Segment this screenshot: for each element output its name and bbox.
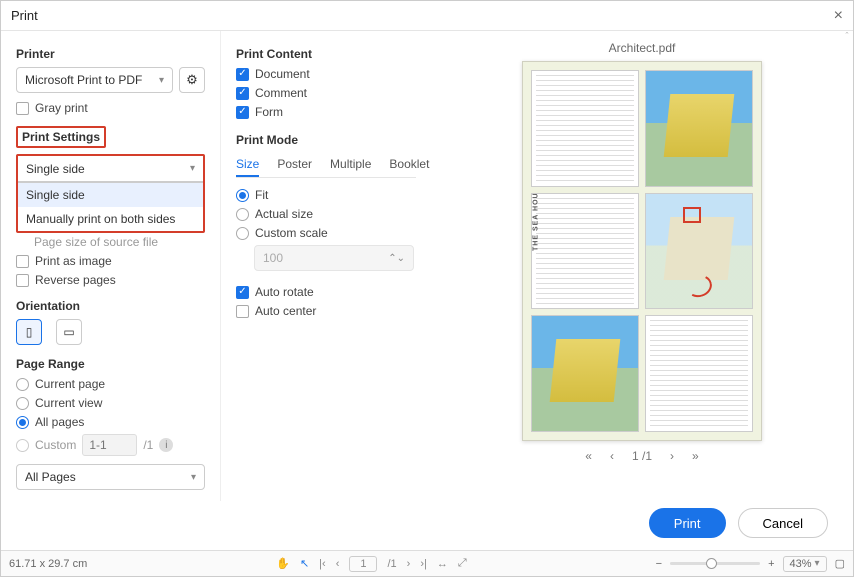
- range-custom-input[interactable]: [82, 434, 137, 456]
- middle-panel: Print Content ✓Document ✓Comment ✓Form P…: [221, 31, 431, 501]
- zoom-slider[interactable]: [670, 562, 760, 565]
- hand-tool-icon[interactable]: ✋: [276, 557, 290, 570]
- range-current-page-radio[interactable]: Current page: [16, 377, 205, 391]
- fit-page-icon[interactable]: ⤢: [458, 557, 467, 570]
- nav-first-icon[interactable]: |‹: [319, 558, 326, 570]
- print-content-label: Print Content: [236, 47, 416, 61]
- view-mode-icon[interactable]: ▢: [835, 557, 845, 570]
- pager-page-indicator: 1 /1: [632, 449, 652, 463]
- page-size-source-checkbox[interactable]: Page size of source file: [16, 235, 205, 249]
- preview-pager: « ‹ 1 /1 › »: [585, 449, 698, 463]
- duplex-option-single[interactable]: Single side: [18, 183, 203, 207]
- zoom-out-icon[interactable]: −: [656, 558, 662, 570]
- tab-booklet[interactable]: Booklet: [389, 153, 429, 177]
- print-button[interactable]: Print: [649, 508, 726, 538]
- pager-next-icon[interactable]: ›: [670, 449, 674, 463]
- select-tool-icon[interactable]: ↖: [300, 557, 309, 570]
- preview-panel: Architect.pdf THE SEA HOUSE THE SEA HOUS…: [431, 31, 853, 501]
- print-as-image-checkbox[interactable]: Print as image: [16, 254, 205, 268]
- custom-scale-input[interactable]: 100 ⌃⌄: [254, 245, 414, 271]
- print-mode-tabs: Size Poster Multiple Booklet: [236, 153, 416, 178]
- dialog-buttons: Print Cancel: [649, 508, 828, 538]
- page-preview: THE SEA HOUSE THE SEA HOUSE: [522, 61, 762, 441]
- range-custom-total: /1: [143, 438, 153, 452]
- auto-rotate-checkbox[interactable]: ✓Auto rotate: [236, 285, 416, 299]
- range-current-view-radio[interactable]: Current view: [16, 396, 205, 410]
- orientation-label: Orientation: [16, 299, 205, 313]
- close-icon[interactable]: ×: [834, 7, 843, 25]
- dialog-title: Print: [11, 8, 38, 23]
- page-subset-value: All Pages: [25, 470, 76, 484]
- size-custom-scale-radio[interactable]: Custom scale: [236, 226, 416, 240]
- tab-multiple[interactable]: Multiple: [330, 153, 371, 177]
- pager-last-icon[interactable]: »: [692, 449, 699, 463]
- size-fit-radio[interactable]: Fit: [236, 188, 416, 202]
- duplex-selected-value: Single side: [26, 162, 85, 176]
- status-page-total: /1: [387, 558, 396, 570]
- printer-section-label: Printer: [16, 47, 205, 61]
- zoom-percent-select[interactable]: 43%▾: [783, 556, 827, 572]
- pager-first-icon[interactable]: «: [585, 449, 592, 463]
- gear-icon: ⚙: [186, 72, 198, 88]
- zoom-in-icon[interactable]: +: [768, 558, 774, 570]
- content-form-checkbox[interactable]: ✓Form: [236, 105, 416, 119]
- printer-selected-value: Microsoft Print to PDF: [25, 73, 142, 87]
- duplex-options-list: Single side Manually print on both sides: [18, 182, 203, 231]
- gray-print-checkbox[interactable]: Gray print: [16, 101, 205, 115]
- nav-prev-icon[interactable]: ‹: [336, 558, 340, 570]
- tab-size[interactable]: Size: [236, 153, 259, 177]
- cancel-button[interactable]: Cancel: [738, 508, 828, 538]
- reverse-pages-checkbox[interactable]: Reverse pages: [16, 273, 205, 287]
- stepper-icon: ⌃⌄: [388, 253, 405, 264]
- left-panel: Printer Microsoft Print to PDF ▾ ⚙ Gray …: [1, 31, 221, 501]
- orientation-portrait-button[interactable]: ▯: [16, 319, 42, 345]
- print-settings-label: Print Settings: [22, 130, 100, 144]
- range-custom-radio[interactable]: Custom: [16, 438, 76, 452]
- info-icon[interactable]: i: [159, 438, 173, 452]
- preview-cell: [531, 70, 639, 187]
- dialog-content: Printer Microsoft Print to PDF ▾ ⚙ Gray …: [1, 31, 853, 501]
- preview-cell: THE SEA HOUSE: [531, 315, 639, 432]
- preview-cell: [645, 315, 753, 432]
- tab-poster[interactable]: Poster: [277, 153, 312, 177]
- auto-center-checkbox[interactable]: Auto center: [236, 304, 416, 318]
- orientation-landscape-button[interactable]: ▭: [56, 319, 82, 345]
- status-page-input[interactable]: 1: [349, 556, 377, 572]
- fit-width-icon[interactable]: ↔: [437, 558, 448, 570]
- status-bar: 61.71 x 29.7 cm ✋ ↖ |‹ ‹ 1 /1 › ›| ↔ ⤢ −…: [1, 550, 853, 576]
- print-mode-label: Print Mode: [236, 133, 416, 147]
- preview-cell: [645, 193, 753, 310]
- chevron-down-icon: ▾: [191, 472, 196, 483]
- chevron-down-icon: ▾: [159, 75, 164, 86]
- content-document-checkbox[interactable]: ✓Document: [236, 67, 416, 81]
- page-subset-select[interactable]: All Pages ▾: [16, 464, 205, 490]
- nav-next-icon[interactable]: ›: [407, 558, 411, 570]
- page-range-label: Page Range: [16, 357, 205, 371]
- content-comment-checkbox[interactable]: ✓Comment: [236, 86, 416, 100]
- preview-cell: [645, 70, 753, 187]
- printer-properties-button[interactable]: ⚙: [179, 67, 205, 93]
- nav-last-icon[interactable]: ›|: [420, 558, 427, 570]
- print-settings-highlight: Print Settings: [16, 126, 106, 148]
- duplex-option-manual[interactable]: Manually print on both sides: [18, 207, 203, 231]
- duplex-select[interactable]: Single side ▾: [18, 156, 203, 182]
- pager-prev-icon[interactable]: ‹: [610, 449, 614, 463]
- duplex-dropdown-highlight: Single side ▾ Single side Manually print…: [16, 154, 205, 233]
- preview-cell: THE SEA HOUSE: [531, 193, 639, 310]
- preview-filename: Architect.pdf: [609, 41, 676, 55]
- chevron-down-icon: ▾: [190, 163, 195, 174]
- printer-select[interactable]: Microsoft Print to PDF ▾: [16, 67, 173, 93]
- annotation-rect-icon: [683, 207, 701, 223]
- size-actual-radio[interactable]: Actual size: [236, 207, 416, 221]
- range-all-pages-radio[interactable]: All pages: [16, 415, 205, 429]
- status-dimensions: 61.71 x 29.7 cm: [9, 558, 87, 570]
- dialog-titlebar: Print ×: [1, 1, 853, 31]
